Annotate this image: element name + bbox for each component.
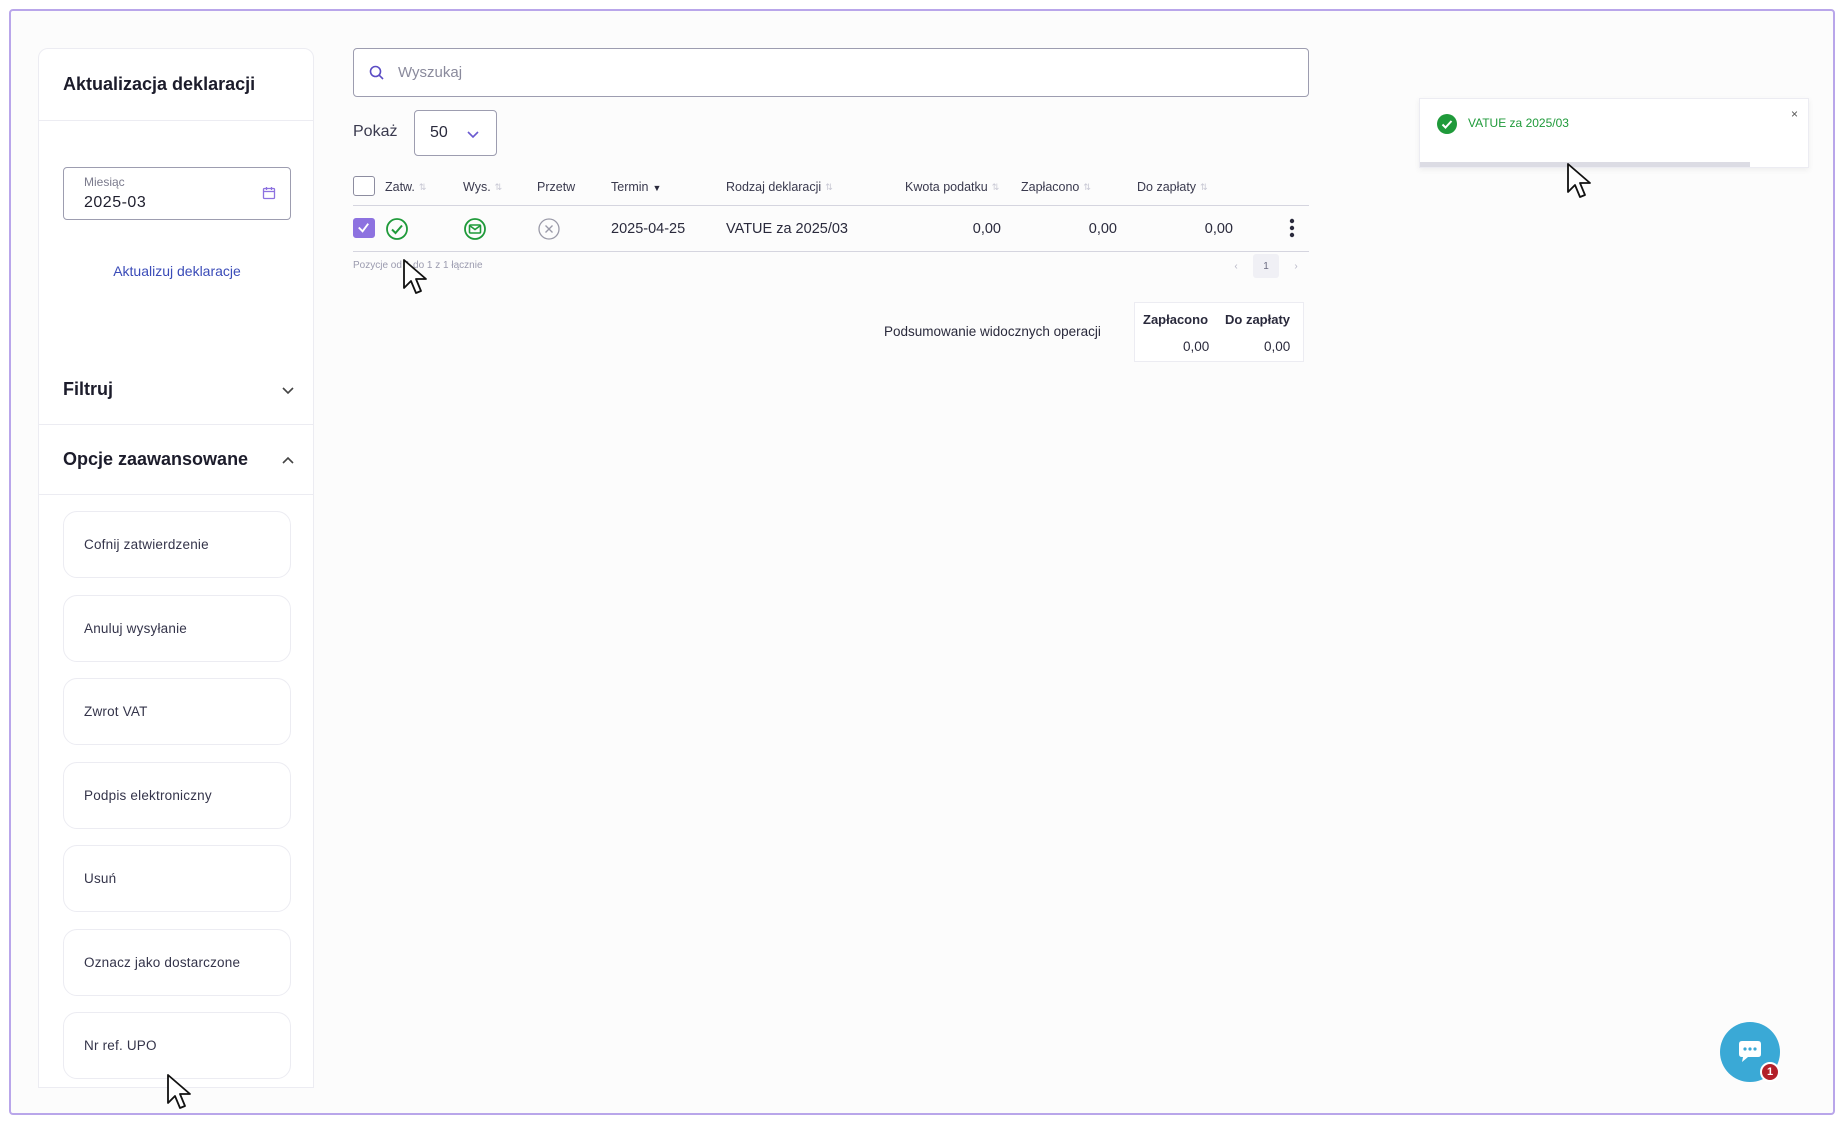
chat-notification-badge: 1 xyxy=(1760,1062,1780,1082)
sort-icon: ⇅ xyxy=(418,182,427,193)
page-size-label: Pokaż xyxy=(353,123,398,140)
approved-check-icon xyxy=(386,218,408,240)
sort-icon: ⇅ xyxy=(494,182,503,193)
pagination: ‹ 1 › xyxy=(1223,254,1309,278)
electronic-signature-button[interactable]: Podpis elektroniczny xyxy=(63,761,291,829)
sort-icon: ⇅ xyxy=(825,182,833,193)
not-processed-x-icon xyxy=(538,218,560,240)
cell-tax-amount: 0,00 xyxy=(972,221,1001,237)
success-check-icon xyxy=(1437,114,1457,134)
prev-page-button[interactable]: ‹ xyxy=(1223,254,1249,278)
sent-envelope-icon xyxy=(464,218,486,240)
mouse-cursor-icon xyxy=(167,1074,191,1109)
filter-accordion-header[interactable]: Filtruj xyxy=(39,355,313,425)
table-row[interactable]: 2025-04-25 VATUE za 2025/03 0,00 0,00 0,… xyxy=(353,206,1309,252)
summary-table: Zapłacono Do zapłaty 0,00 0,00 xyxy=(1134,302,1304,362)
mark-delivered-button[interactable]: Oznacz jako dostarczone xyxy=(63,928,291,996)
col-to-pay[interactable]: Do zapłaty ⇅ xyxy=(1137,180,1208,194)
sidebar-title: Aktualizacja deklaracji xyxy=(39,49,313,121)
page-size-value: 50 xyxy=(430,124,448,141)
summary-paid-value: 0,00 xyxy=(1183,339,1210,354)
chat-bubble-icon xyxy=(1739,1041,1761,1062)
mouse-cursor-icon xyxy=(403,259,427,294)
vat-refund-button[interactable]: Zwrot VAT xyxy=(63,678,291,745)
mouse-cursor-icon xyxy=(1567,163,1591,198)
select-all-checkbox[interactable] xyxy=(353,176,375,196)
advanced-options-accordion-header[interactable]: Opcje zaawansowane xyxy=(39,425,313,495)
search-input[interactable] xyxy=(398,64,1278,81)
chevron-down-icon xyxy=(467,131,479,139)
upo-ref-number-button[interactable]: Nr ref. UPO xyxy=(63,1012,291,1079)
search-box[interactable] xyxy=(353,48,1309,97)
next-page-button[interactable]: › xyxy=(1283,254,1309,278)
success-toast: VATUE za 2025/03 × xyxy=(1419,98,1809,168)
col-paid[interactable]: Zapłacono ⇅ xyxy=(1021,180,1091,194)
chevron-down-icon xyxy=(282,386,294,394)
col-deadline[interactable]: Termin ▼ xyxy=(611,180,661,194)
toast-message: VATUE za 2025/03 xyxy=(1468,116,1569,130)
table-header: Zatw. ⇅ Wys. ⇅ Przetw Termin ▼ Rodzaj dekla… xyxy=(353,168,1309,206)
delete-button[interactable]: Usuń xyxy=(63,845,291,912)
toast-close-button[interactable]: × xyxy=(1791,107,1798,121)
search-icon xyxy=(369,65,384,80)
col-declaration[interactable]: Rodzaj deklaracji ⇅ xyxy=(726,180,833,194)
month-field-value[interactable]: 2025-03 xyxy=(84,194,270,212)
cell-to-pay: 0,00 xyxy=(1204,221,1233,237)
summary-label: Podsumowanie widocznych operacji xyxy=(884,324,1101,339)
page-size-select[interactable]: 50 xyxy=(414,110,497,156)
cell-declaration: VATUE za 2025/03 xyxy=(726,221,848,237)
summary-to-pay-value: 0,00 xyxy=(1264,339,1291,354)
sort-icon: ⇅ xyxy=(1200,182,1208,193)
month-field[interactable]: Miesiąc 2025-03 xyxy=(63,167,291,220)
update-declarations-link[interactable]: Aktualizuj deklaracje xyxy=(63,263,291,279)
advanced-options-label: Opcje zaawansowane xyxy=(63,449,249,469)
filter-label: Filtruj xyxy=(63,379,113,399)
row-actions-kebab-icon[interactable] xyxy=(1289,217,1295,239)
page-1-button[interactable]: 1 xyxy=(1253,254,1279,278)
summary-paid-header: Zapłacono xyxy=(1143,312,1209,327)
sort-desc-icon: ▼ xyxy=(652,182,662,193)
declarations-table: Zatw. ⇅ Wys. ⇅ Przetw Termin ▼ Rodzaj dekla… xyxy=(353,168,1309,278)
col-sent[interactable]: Wys. ⇅ xyxy=(463,180,502,194)
col-processed: Przetw xyxy=(537,180,576,194)
check-icon xyxy=(358,223,369,233)
cancel-sending-button[interactable]: Anuluj wysyłanie xyxy=(63,594,291,662)
undo-approval-button[interactable]: Cofnij zatwierdzenie xyxy=(63,511,291,578)
sort-icon: ⇅ xyxy=(991,182,1000,193)
month-field-label: Miesiąc xyxy=(84,175,125,189)
summary-to-pay-header: Do zapłaty xyxy=(1225,312,1291,327)
row-checkbox[interactable] xyxy=(353,218,375,238)
declaration-sidebar: Aktualizacja deklaracji Miesiąc 2025-03 … xyxy=(38,48,314,1088)
cell-deadline: 2025-04-25 xyxy=(611,221,686,237)
chevron-up-icon xyxy=(282,456,294,464)
advanced-options-list: Cofnij zatwierdzenie Anuluj wysyłanie Zw… xyxy=(63,511,291,1096)
col-approved[interactable]: Zatw. ⇅ xyxy=(385,180,426,194)
col-tax-amount[interactable]: Kwota podatku ⇅ xyxy=(905,180,999,194)
calendar-icon[interactable] xyxy=(262,186,276,200)
cell-paid: 0,00 xyxy=(1088,221,1117,237)
sort-icon: ⇅ xyxy=(1083,182,1091,193)
